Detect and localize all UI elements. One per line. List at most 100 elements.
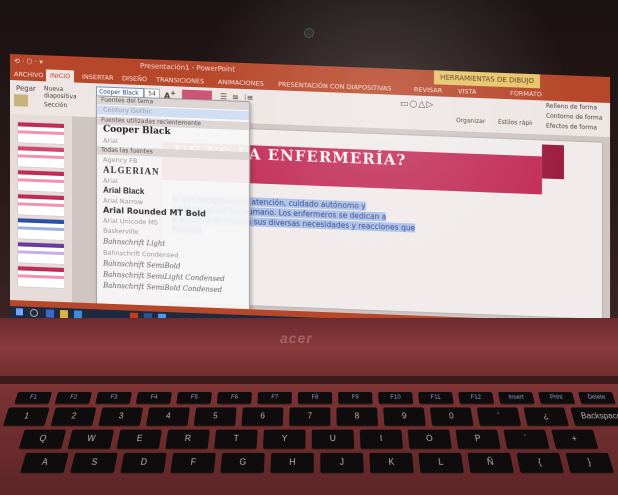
- tab-archivo[interactable]: ARCHIVO: [14, 68, 43, 81]
- key-y[interactable]: Y: [263, 430, 306, 449]
- webcam: [304, 28, 314, 38]
- key-q[interactable]: Q: [19, 430, 66, 449]
- key-f2[interactable]: F2: [55, 392, 92, 404]
- key-f1[interactable]: F1: [14, 392, 52, 404]
- start-icon[interactable]: [16, 308, 23, 315]
- key-t[interactable]: T: [214, 430, 258, 449]
- key-2[interactable]: 2: [51, 407, 97, 425]
- font-option[interactable]: Arial: [103, 137, 118, 146]
- key-u[interactable]: U: [312, 430, 354, 449]
- key-f5[interactable]: F5: [176, 392, 212, 404]
- key-h[interactable]: H: [270, 453, 314, 473]
- key-[interactable]: }: [565, 453, 614, 473]
- key-8[interactable]: 8: [336, 407, 378, 425]
- key-a[interactable]: A: [20, 453, 68, 473]
- key-delete[interactable]: Delete: [578, 392, 616, 404]
- key-j[interactable]: J: [320, 453, 364, 473]
- key-[interactable]: ': [477, 407, 522, 425]
- key-print[interactable]: Print: [538, 392, 575, 404]
- key-k[interactable]: K: [369, 453, 414, 473]
- font-option-cooper-black[interactable]: Cooper Black: [103, 125, 171, 138]
- quick-styles-button[interactable]: Estilos rápidos: [498, 119, 532, 127]
- slide-thumb-3[interactable]: [18, 170, 64, 192]
- key-backspace[interactable]: Backspace: [570, 407, 618, 425]
- font-dropdown[interactable]: Fuentes del tema Century Gothic Fuentes …: [96, 95, 250, 313]
- font-option[interactable]: Baskerville: [103, 227, 138, 236]
- slide-thumb-5[interactable]: [18, 218, 64, 240]
- slide-thumb-2[interactable]: [18, 146, 64, 168]
- clipboard-icon: [14, 94, 28, 107]
- key-1[interactable]: 1: [3, 407, 50, 425]
- font-option[interactable]: Arial Narrow: [103, 197, 143, 207]
- key-i[interactable]: I: [360, 430, 403, 449]
- key-f10[interactable]: F10: [378, 392, 413, 404]
- edge-icon[interactable]: [46, 309, 54, 317]
- tab-revisar[interactable]: REVISAR: [414, 84, 442, 97]
- key-f[interactable]: F: [170, 453, 216, 473]
- key-[interactable]: ´: [503, 430, 549, 449]
- key-s[interactable]: S: [70, 453, 117, 473]
- key-e[interactable]: E: [116, 430, 161, 449]
- new-slide-button[interactable]: Nueva diapositiva: [44, 85, 84, 101]
- font-option[interactable]: Bahnschrift SemiBold: [103, 260, 180, 271]
- key-insert[interactable]: Insert: [498, 392, 535, 404]
- tab-diseno[interactable]: DISEÑO: [122, 72, 147, 85]
- key-l[interactable]: L: [418, 453, 464, 473]
- slide-thumb-7[interactable]: [18, 266, 64, 288]
- keyboard-row: Q W E R T Y U I O P ´ +: [0, 430, 2, 451]
- key-p[interactable]: P: [455, 430, 500, 449]
- font-option[interactable]: Arial Unicode MS: [103, 217, 158, 227]
- key-9[interactable]: 9: [383, 407, 426, 425]
- slide-thumb-4[interactable]: [18, 194, 64, 216]
- key-[interactable]: +: [551, 430, 598, 449]
- font-option[interactable]: Bahnschrift SemiBold Condensed: [103, 282, 222, 295]
- key-f12[interactable]: F12: [458, 392, 494, 404]
- section-button[interactable]: Sección: [44, 101, 67, 109]
- key-f7[interactable]: F7: [257, 392, 292, 404]
- shape-fill-button[interactable]: Relleno de forma: [546, 103, 597, 112]
- folder-icon[interactable]: [60, 310, 68, 318]
- key-ñ[interactable]: Ñ: [467, 453, 514, 473]
- font-option[interactable]: Bahnschrift Light: [103, 238, 165, 248]
- key-f9[interactable]: F9: [338, 392, 373, 404]
- key-f4[interactable]: F4: [136, 392, 172, 404]
- tab-vista[interactable]: VISTA: [458, 85, 476, 98]
- shape-outline-button[interactable]: Contorno de forma: [546, 113, 603, 122]
- font-option-algerian[interactable]: ALGERIAN: [103, 165, 160, 177]
- key-[interactable]: ¿: [523, 407, 568, 425]
- key-o[interactable]: O: [408, 430, 452, 449]
- tab-inicio[interactable]: INICIO: [46, 69, 74, 82]
- laptop-chin: [0, 318, 618, 382]
- search-icon[interactable]: [30, 309, 38, 317]
- arrange-button[interactable]: Organizar: [456, 117, 485, 125]
- key-4[interactable]: 4: [146, 407, 190, 425]
- paste-button[interactable]: Pegar: [16, 84, 36, 93]
- shape-effects-button[interactable]: Efectos de forma: [546, 123, 597, 132]
- key-3[interactable]: 3: [98, 407, 143, 425]
- key-r[interactable]: R: [165, 430, 210, 449]
- key-[interactable]: {: [516, 453, 564, 473]
- key-f8[interactable]: F8: [298, 392, 332, 404]
- key-w[interactable]: W: [68, 430, 114, 449]
- key-5[interactable]: 5: [194, 407, 237, 425]
- key-7[interactable]: 7: [289, 407, 330, 425]
- font-option[interactable]: Bahnschrift Condensed: [103, 249, 178, 260]
- keyboard: F1 F2 F3 F4 F5 F6 F7 F8 F9 F10 F11 F12 Insert Print De…: [0, 392, 618, 495]
- key-6[interactable]: 6: [241, 407, 283, 425]
- font-option[interactable]: Arial: [103, 177, 118, 186]
- font-option[interactable]: Agency FB: [103, 156, 137, 165]
- key-d[interactable]: D: [120, 453, 167, 473]
- key-f6[interactable]: F6: [217, 392, 252, 404]
- font-option-arial-black[interactable]: Arial Black: [103, 186, 144, 197]
- acer-logo: acer: [280, 330, 313, 346]
- key-g[interactable]: G: [220, 453, 265, 473]
- slide-thumbnails: [10, 114, 73, 302]
- slide-thumb-1[interactable]: [18, 122, 64, 144]
- key-f3[interactable]: F3: [95, 392, 132, 404]
- quick-access-toolbar[interactable]: ⟲ · ⬡ · ▾: [14, 54, 43, 69]
- shapes-gallery-icon[interactable]: ▭○△▷: [400, 99, 434, 110]
- key-0[interactable]: 0: [430, 407, 474, 425]
- banner-accent-shape[interactable]: [542, 144, 564, 179]
- key-f11[interactable]: F11: [418, 392, 454, 404]
- slide-thumb-6[interactable]: [18, 242, 64, 264]
